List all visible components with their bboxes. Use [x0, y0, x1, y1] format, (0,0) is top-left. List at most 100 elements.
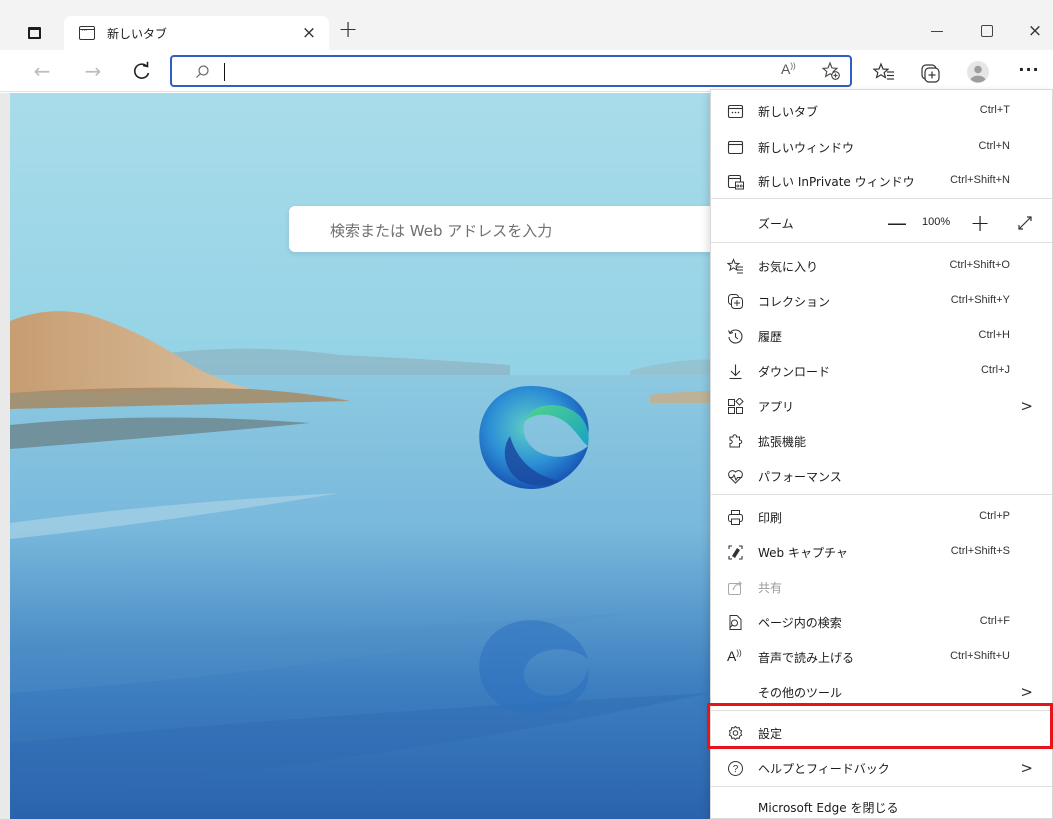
menu-item-close-edge[interactable]: Microsoft Edge を閉じる	[711, 790, 1052, 819]
profile-avatar-icon[interactable]	[966, 60, 990, 84]
add-favorite-icon[interactable]	[820, 60, 842, 82]
menu-item-inprivate-window[interactable]: 新しい InPrivate ウィンドウ Ctrl+Shift+N	[711, 164, 1052, 198]
share-icon	[728, 581, 743, 595]
menu-item-new-window[interactable]: 新しいウィンドウ Ctrl+N	[711, 130, 1052, 164]
menu-label: コレクション	[758, 295, 831, 309]
close-window-button[interactable]: ×	[1012, 19, 1053, 43]
search-icon	[196, 65, 209, 78]
menu-shortcut: Ctrl+N	[978, 140, 1010, 152]
browser-window: 新しいタブ × + × ← → A))	[0, 0, 1053, 819]
menu-label: ヘルプとフィードバック	[758, 762, 890, 776]
collections-icon[interactable]	[918, 60, 942, 84]
menu-item-find-on-page[interactable]: ページ内の検索 Ctrl+F	[711, 605, 1052, 639]
new-tab-icon	[727, 104, 744, 119]
svg-text:?: ?	[733, 764, 739, 775]
title-bar: 新しいタブ × + ×	[0, 0, 1053, 50]
menu-item-favorites[interactable]: お気に入り Ctrl+Shift+O	[711, 249, 1052, 283]
print-icon	[728, 510, 743, 525]
address-input[interactable]	[221, 61, 741, 83]
menu-item-collections[interactable]: コレクション Ctrl+Shift+Y	[711, 284, 1052, 318]
tab-new-tab[interactable]: 新しいタブ ×	[64, 16, 329, 50]
menu-item-web-capture[interactable]: Web キャプチャ Ctrl+Shift+S	[711, 535, 1052, 569]
menu-label: Web キャプチャ	[758, 546, 848, 560]
menu-shortcut: Ctrl+F	[979, 615, 1010, 627]
menu-item-downloads[interactable]: ダウンロード Ctrl+J	[711, 354, 1052, 388]
menu-divider	[711, 786, 1052, 787]
chevron-right-icon: >	[1020, 683, 1033, 701]
menu-item-history[interactable]: 履歴 Ctrl+H	[711, 319, 1052, 353]
zoom-in-button[interactable]: +	[970, 209, 990, 237]
fullscreen-icon[interactable]	[1016, 214, 1034, 232]
refresh-button[interactable]	[128, 57, 156, 85]
new-tab-favicon-icon	[79, 26, 95, 40]
back-button[interactable]: ←	[28, 57, 56, 85]
menu-shortcut: Ctrl+Shift+O	[949, 259, 1010, 271]
new-tab-button[interactable]: +	[336, 17, 360, 42]
favorites-icon[interactable]	[872, 60, 896, 84]
menu-label: 新しい InPrivate ウィンドウ	[758, 175, 915, 189]
menu-label: Microsoft Edge を閉じる	[758, 801, 899, 815]
menu-divider	[711, 198, 1052, 199]
refresh-icon	[133, 61, 150, 79]
collections-icon	[728, 294, 743, 309]
menu-item-extensions[interactable]: 拡張機能	[711, 424, 1052, 458]
zoom-out-button[interactable]: —	[887, 211, 907, 235]
menu-label: その他のツール	[758, 686, 843, 700]
read-aloud-icon-glyph: A	[727, 648, 737, 664]
forward-button[interactable]: →	[79, 57, 107, 85]
menu-label: 印刷	[758, 511, 783, 525]
menu-label: ダウンロード	[758, 365, 831, 379]
menu-shortcut: Ctrl+P	[979, 510, 1010, 522]
maximize-button[interactable]	[964, 19, 1010, 43]
favorites-icon	[727, 258, 743, 274]
menu-shortcut: Ctrl+Shift+U	[950, 650, 1010, 662]
menu-item-zoom: ズーム — 100% +	[711, 206, 1052, 240]
settings-highlight-annotation	[707, 703, 1053, 749]
menu-shortcut: Ctrl+Shift+S	[950, 545, 1010, 557]
menu-item-help-feedback[interactable]: ? ヘルプとフィードバック >	[711, 751, 1052, 785]
help-icon: ?	[728, 761, 743, 776]
download-icon	[729, 364, 742, 380]
menu-shortcut: Ctrl+T	[979, 104, 1010, 116]
read-aloud-icon: A))	[727, 648, 742, 664]
performance-icon	[728, 470, 743, 484]
extensions-icon	[729, 434, 743, 448]
read-aloud-glyph: A	[781, 61, 791, 77]
menu-label: ズーム	[758, 217, 794, 231]
tab-close-button[interactable]: ×	[299, 23, 319, 43]
menu-label: 新しいウィンドウ	[758, 141, 855, 155]
menu-label: お気に入り	[758, 260, 819, 274]
tab-title: 新しいタブ	[107, 26, 168, 41]
menu-item-read-aloud[interactable]: A)) 音声で読み上げる Ctrl+Shift+U	[711, 640, 1052, 674]
read-aloud-button[interactable]: A))	[781, 61, 796, 77]
menu-shortcut: Ctrl+Shift+Y	[950, 294, 1010, 306]
navigation-toolbar: ← → A)) ···	[0, 50, 1053, 92]
menu-item-new-tab[interactable]: 新しいタブ Ctrl+T	[711, 94, 1052, 128]
menu-shortcut: Ctrl+J	[980, 364, 1010, 376]
menu-item-print[interactable]: 印刷 Ctrl+P	[711, 500, 1052, 534]
history-icon	[728, 329, 743, 344]
menu-label: 新しいタブ	[758, 105, 819, 119]
menu-item-performance[interactable]: パフォーマンス	[711, 459, 1052, 493]
menu-divider	[711, 242, 1052, 243]
tab-actions-button[interactable]	[20, 22, 48, 44]
tab-actions-icon	[27, 27, 41, 39]
menu-label: 音声で読み上げる	[758, 651, 855, 665]
find-icon	[729, 615, 742, 630]
menu-label: 履歴	[758, 330, 783, 344]
menu-shortcut: Ctrl+Shift+N	[950, 174, 1010, 186]
text-caret	[224, 63, 225, 81]
apps-icon	[728, 398, 744, 414]
page-search-box[interactable]: 検索または Web アドレスを入力	[289, 206, 729, 252]
menu-label: 共有	[758, 581, 783, 595]
minimize-button[interactable]	[914, 19, 960, 43]
settings-and-more-button[interactable]: ···	[1014, 62, 1044, 87]
address-bar[interactable]: A))	[170, 55, 852, 87]
menu-label: ページ内の検索	[758, 616, 842, 630]
zoom-level: 100%	[922, 216, 951, 228]
menu-divider	[711, 494, 1052, 495]
menu-item-share: 共有	[711, 570, 1052, 604]
menu-item-apps[interactable]: アプリ >	[711, 389, 1052, 423]
menu-label: アプリ	[758, 400, 795, 414]
left-edge-strip	[0, 93, 10, 819]
